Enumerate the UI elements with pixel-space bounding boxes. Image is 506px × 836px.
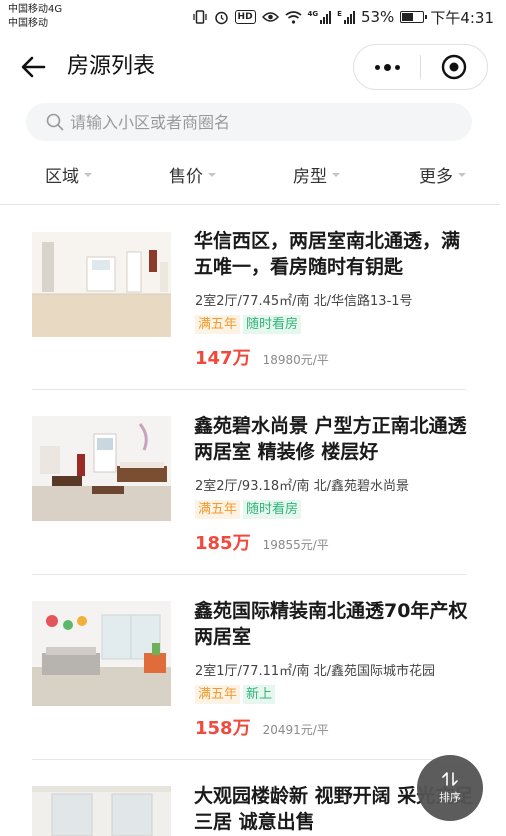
nav-bar: 房源列表 [0, 40, 506, 94]
tag-badge: 满五年 [195, 315, 241, 334]
search-input[interactable] [70, 112, 430, 132]
filter-label: 更多 [419, 167, 453, 187]
tag-badge: 随时看房 [243, 500, 302, 519]
listing-price: 185万 [195, 533, 251, 554]
back-button[interactable] [18, 52, 50, 82]
arrow-left-icon [21, 56, 46, 78]
tag-badge: 满五年 [195, 500, 241, 519]
sort-button[interactable]: 排序 [417, 755, 483, 821]
listing-meta: 2室2厅/93.18㎡/南 北/鑫苑碧水尚景 [195, 479, 410, 494]
filter-tab-layout[interactable]: 房型 [293, 162, 340, 187]
net-e-label: E [337, 10, 342, 18]
price-row: 147万 18980元/平 [195, 344, 329, 370]
more-dots-icon [374, 63, 400, 71]
listing-meta: 2室1厅/77.11㎡/南 北/鑫苑国际城市花园 [195, 664, 436, 679]
listing-photo [32, 232, 171, 337]
battery-icon [400, 11, 428, 23]
status-bar: 中国移动4G 中国移动 HD 4G E 53% 下午4:31 [0, 0, 506, 34]
hd-icon: HD [234, 10, 256, 24]
listing-item[interactable]: 鑫苑碧水尚景 户型方正南北通透两居室 精装修 楼层好 2室2厅/93.18㎡/南… [0, 390, 506, 575]
filter-label: 区域 [45, 167, 79, 187]
cell-signal-e-icon: E [337, 10, 355, 24]
caret-down-icon [84, 172, 92, 177]
more-menu-button[interactable] [354, 45, 420, 89]
battery-level [402, 13, 413, 21]
close-mini-program-button[interactable] [421, 45, 487, 89]
tag-badge: 随时看房 [243, 315, 302, 334]
filter-label: 房型 [293, 167, 327, 187]
listing-meta: 2室2厅/77.45㎡/南 北/华信路13-1号 [195, 294, 413, 309]
listing-photo [32, 601, 171, 706]
listing-tags: 满五年 随时看房 [195, 500, 302, 519]
cell-signal-4g-icon: 4G [308, 10, 332, 24]
listing-photo [32, 416, 171, 521]
page-title: 房源列表 [67, 54, 156, 79]
filter-label: 售价 [169, 167, 203, 187]
listing-price: 158万 [195, 718, 251, 739]
mini-program-capsule [353, 44, 488, 90]
filter-tab-area[interactable]: 区域 [45, 162, 92, 187]
net-4g-label: 4G [307, 10, 319, 18]
sort-label: 排序 [439, 791, 461, 804]
price-row: 158万 20491元/平 [195, 714, 329, 740]
listing-tags: 满五年 随时看房 [195, 315, 302, 334]
clock: 下午4:31 [430, 8, 494, 27]
price-row: 185万 19855元/平 [195, 529, 329, 555]
listing-title: 华信西区，两居室南北通透，满五唯一，看房随时有钥匙 [194, 230, 461, 278]
listing-unit-price: 20491元/平 [262, 723, 329, 737]
tag-badge: 满五年 [195, 685, 241, 704]
carrier-primary: 中国移动4G [8, 4, 63, 15]
search-icon [46, 113, 64, 131]
tag-badge: 新上 [243, 685, 276, 704]
listing-title: 鑫苑碧水尚景 户型方正南北通透两居室 精装修 楼层好 [194, 415, 467, 463]
filter-tab-price[interactable]: 售价 [169, 162, 216, 187]
caret-down-icon [458, 172, 466, 177]
listing-title: 鑫苑国际精装南北通透70年产权两居室 [194, 600, 468, 648]
status-icons: HD 4G E 53% 下午4:31 [192, 6, 494, 28]
caret-down-icon [208, 172, 216, 177]
battery-percent: 53% [360, 8, 395, 26]
listing-item[interactable]: 华信西区，两居室南北通透，满五唯一，看房随时有钥匙 2室2厅/77.45㎡/南 … [0, 205, 506, 390]
listing-unit-price: 18980元/平 [262, 353, 329, 367]
caret-down-icon [332, 172, 340, 177]
sort-arrows-icon [442, 772, 458, 786]
vibrate-icon [192, 10, 207, 24]
listing-unit-price: 19855元/平 [262, 538, 329, 552]
search-bar[interactable] [26, 103, 472, 141]
target-close-icon [441, 54, 467, 80]
listing-tags: 满五年 新上 [195, 685, 276, 704]
carrier-secondary: 中国移动 [8, 18, 48, 29]
listing-price: 147万 [195, 348, 251, 369]
wifi-icon [285, 10, 302, 24]
listing-item[interactable]: 鑫苑国际精装南北通透70年产权两居室 2室1厅/77.11㎡/南 北/鑫苑国际城… [0, 575, 506, 760]
listing-photo [32, 786, 171, 836]
filter-tab-more[interactable]: 更多 [419, 162, 466, 187]
alarm-icon [214, 11, 228, 24]
filter-bar: 区域 售价 房型 更多 [0, 154, 506, 196]
eye-icon [261, 12, 279, 22]
